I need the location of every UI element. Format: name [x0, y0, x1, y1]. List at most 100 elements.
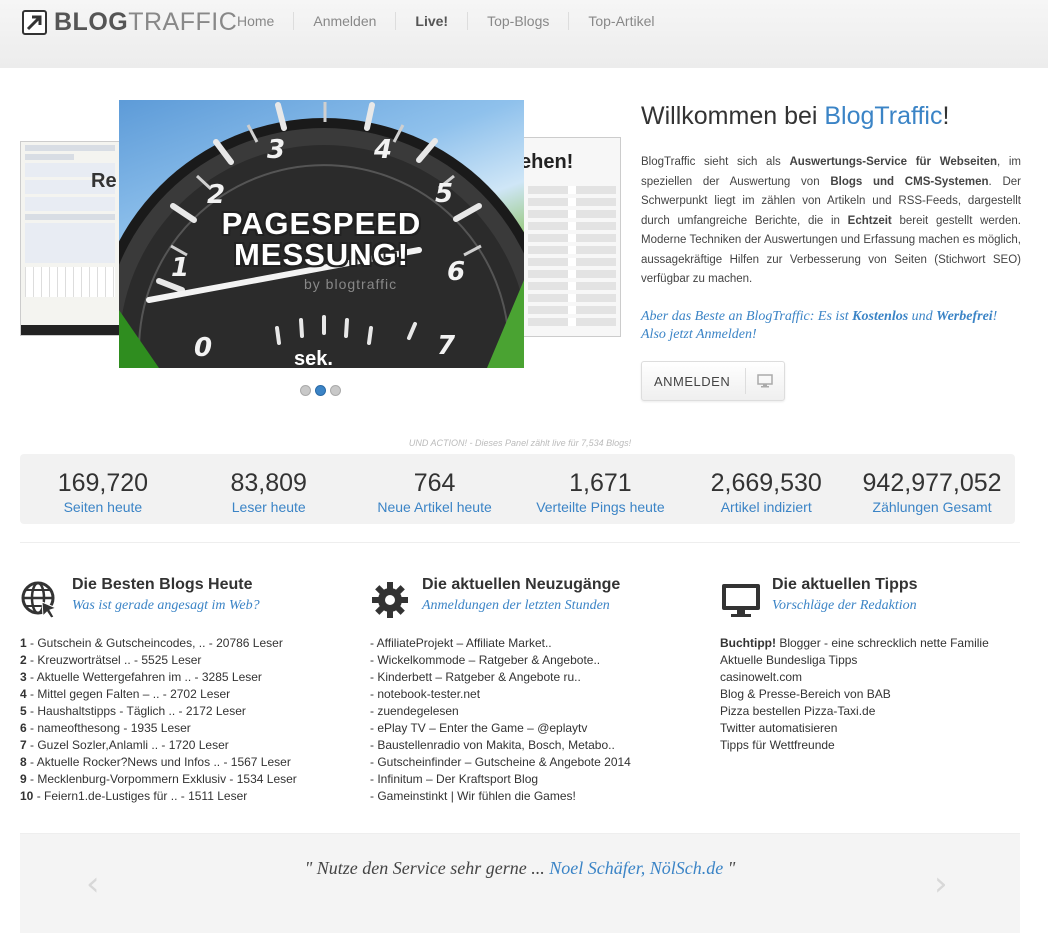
stat-value: 1,671 — [569, 469, 632, 497]
nav-live[interactable]: Live! — [395, 12, 467, 30]
welcome-title: Willkommen bei BlogTraffic! — [641, 102, 950, 130]
slide-title-line1: PAGESPEED — [221, 206, 422, 241]
nav-top-blogs[interactable]: Top-Blogs — [467, 12, 568, 30]
stat-label[interactable]: Verteilte Pings heute — [517, 499, 683, 515]
slide-preview-right[interactable]: ehen! — [523, 137, 621, 337]
slider-dot-3[interactable] — [330, 385, 341, 396]
list-item[interactable]: Blog & Presse-Bereich von BAB — [720, 686, 1040, 703]
tips-list: Buchtipp! Blogger - eine schrecklich net… — [720, 635, 1040, 754]
welcome-cta-text: Aber das Beste an BlogTraffic: Es ist Ko… — [641, 308, 998, 342]
slide-unit: sek. — [294, 348, 333, 368]
gauge-number-5: 5 — [435, 179, 453, 209]
gauge-number-0: 0 — [194, 333, 212, 363]
best-blogs-column: Die Besten Blogs Heute Was ist gerade an… — [20, 575, 340, 805]
stat-value: 764 — [413, 469, 456, 497]
stat-label[interactable]: Neue Artikel heute — [352, 499, 518, 515]
anmelden-button-label: ANMELDEN — [654, 373, 731, 389]
stat-label[interactable]: Artikel indiziert — [683, 499, 849, 515]
list-item[interactable]: - Baustellenradio von Makita, Bosch, Met… — [370, 737, 690, 754]
section-divider — [20, 542, 1020, 543]
slide-right-label: ehen! — [523, 151, 574, 173]
stat-zaehlungen: 942,977,052 Zählungen Gesamt — [849, 454, 1015, 524]
gear-icon — [370, 580, 412, 622]
list-item[interactable]: - notebook-tester.net — [370, 686, 690, 703]
best-blogs-title: Die Besten Blogs Heute — [72, 576, 253, 593]
list-item[interactable]: - Gameinstinkt | Wir fühlen die Games! — [370, 788, 690, 805]
new-blogs-list: - AffiliateProjekt – Affiliate Market.. … — [370, 635, 690, 805]
list-item[interactable]: Twitter automatisieren — [720, 720, 1040, 737]
list-item[interactable]: 6 - nameofthesong - 1935 Leser — [20, 720, 340, 737]
testimonial-author[interactable]: Noel Schäfer, NölSch.de — [549, 858, 723, 878]
list-item[interactable]: 2 - Kreuzworträtsel .. - 5525 Leser — [20, 652, 340, 669]
brand-logo[interactable]: BLOGTRAFFIC — [22, 8, 237, 36]
slider-dot-1[interactable] — [300, 385, 311, 396]
brand-name: BLOGTRAFFIC — [54, 8, 237, 37]
slide-pagespeed[interactable]: 0 1 2 3 4 5 6 7 PAGESPEED MESSUNG! by bl… — [119, 100, 524, 368]
list-item[interactable]: 9 - Mecklenburg-Vorpommern Exklusiv - 15… — [20, 771, 340, 788]
list-item[interactable]: 5 - Haushaltstipps - Täglich .. - 2172 L… — [20, 703, 340, 720]
list-item[interactable]: 3 - Aktuelle Wettergefahren im .. - 3285… — [20, 669, 340, 686]
slide-byline: by blogtraffic — [304, 276, 398, 292]
new-blogs-title: Die aktuellen Neuzugänge — [422, 576, 621, 593]
stat-label[interactable]: Leser heute — [186, 499, 352, 515]
feature-slider: Re ehen! 0 1 2 3 4 5 6 7 PAGESPEED MESSU… — [20, 100, 622, 400]
slider-pagination — [300, 385, 341, 396]
list-item[interactable]: 8 - Aktuelle Rocker?News und Infos .. - … — [20, 754, 340, 771]
globe-cursor-icon — [20, 580, 62, 622]
testimonial-carousel: ‹ " Nutze den Service sehr gerne ... Noe… — [20, 833, 1020, 933]
list-item[interactable]: 10 - Feiern1.de-Lustiges für .. - 1511 L… — [20, 788, 340, 805]
best-blogs-subtitle: Was ist gerade angesagt im Web? — [72, 598, 260, 613]
stat-value: 169,720 — [57, 469, 149, 497]
tips-title: Die aktuellen Tipps — [772, 576, 918, 593]
list-item[interactable]: Pizza bestellen Pizza-Taxi.de — [720, 703, 1040, 720]
stat-value: 2,669,530 — [710, 469, 822, 497]
live-panel-caption: UND ACTION! - Dieses Panel zählt live fü… — [408, 438, 632, 448]
brand-part-blog: BLOG — [54, 7, 129, 36]
best-blogs-list: 1 - Gutschein & Gutscheincodes, .. - 207… — [20, 635, 340, 805]
tips-subtitle: Vorschläge der Redaktion — [772, 598, 917, 613]
list-item[interactable]: casinowelt.com — [720, 669, 1040, 686]
stat-label[interactable]: Zählungen Gesamt — [849, 499, 1015, 515]
list-item[interactable]: - ePlay TV – Enter the Game – @eplaytv — [370, 720, 690, 737]
gauge-number-3: 3 — [267, 135, 285, 165]
welcome-section: Willkommen bei BlogTraffic! BlogTraffic … — [641, 102, 1021, 344]
nav-home[interactable]: Home — [218, 12, 293, 30]
tips-column: Die aktuellen Tipps Vorschläge der Redak… — [720, 575, 1040, 754]
logo-arrow-icon — [22, 9, 47, 35]
nav-top-artikel[interactable]: Top-Artikel — [568, 12, 673, 30]
slide-preview-left[interactable]: Re — [20, 141, 120, 336]
list-item[interactable]: Aktuelle Bundesliga Tipps — [720, 652, 1040, 669]
stat-value: 83,809 — [230, 469, 307, 497]
anmelden-button[interactable]: ANMELDEN — [641, 361, 785, 401]
welcome-title-brand[interactable]: BlogTraffic — [824, 102, 942, 130]
gauge-number-7: 7 — [437, 331, 456, 361]
stat-label[interactable]: Seiten heute — [20, 499, 186, 515]
list-item[interactable]: - AffiliateProjekt – Affiliate Market.. — [370, 635, 690, 652]
testimonial-quote: " Nutze den Service sehr gerne ... Noel … — [304, 858, 736, 878]
list-item[interactable]: - Gutscheinfinder – Gutscheine & Angebot… — [370, 754, 690, 771]
gauge-number-4: 4 — [373, 135, 392, 165]
list-item[interactable]: 4 - Mittel gegen Falten – .. - 2702 Lese… — [20, 686, 340, 703]
stat-leser: 83,809 Leser heute — [186, 454, 352, 524]
monitor-icon — [720, 580, 762, 622]
live-stats-panel: 169,720 Seiten heute 83,809 Leser heute 76… — [20, 454, 1015, 524]
list-item[interactable]: Tipps für Wettfreunde — [720, 737, 1040, 754]
slider-dot-2-active[interactable] — [315, 385, 326, 396]
slide-title-line2: MESSUNG! — [233, 237, 410, 272]
slide-left-label: Re — [91, 170, 117, 192]
list-item[interactable]: 7 - Guzel Sozler,Anlamli .. - 1720 Leser — [20, 737, 340, 754]
list-item[interactable]: - Wickelkommode – Ratgeber & Angebote.. — [370, 652, 690, 669]
nav-anmelden[interactable]: Anmelden — [293, 12, 395, 30]
top-navigation-bar: BLOGTRAFFIC Home Anmelden Live! Top-Blog… — [0, 0, 1048, 68]
stat-artikel-indiziert: 2,669,530 Artikel indiziert — [683, 454, 849, 524]
list-item[interactable]: Buchtipp! Blogger - eine schrecklich net… — [720, 635, 1040, 652]
list-item[interactable]: - zuendegelesen — [370, 703, 690, 720]
list-item[interactable]: - Infinitum – Der Kraftsport Blog — [370, 771, 690, 788]
welcome-description: BlogTraffic sieht sich als Auswertungs-S… — [641, 156, 1022, 285]
new-blogs-subtitle: Anmeldungen der letzten Stunden — [422, 598, 610, 613]
stat-neue-artikel: 764 Neue Artikel heute — [352, 454, 518, 524]
chevron-right-icon[interactable]: › — [934, 864, 948, 904]
new-blogs-column: Die aktuellen Neuzugänge Anmeldungen der… — [370, 575, 690, 805]
list-item[interactable]: - Kinderbett – Ratgeber & Angebote ru.. — [370, 669, 690, 686]
list-item[interactable]: 1 - Gutschein & Gutscheincodes, .. - 207… — [20, 635, 340, 652]
